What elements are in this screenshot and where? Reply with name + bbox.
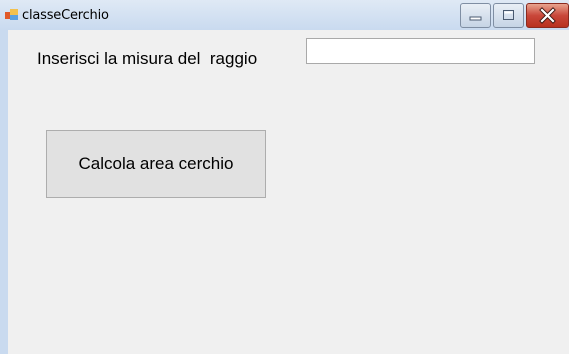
title-bar[interactable]: classeCerchio <box>0 0 569 30</box>
minimize-icon <box>469 16 482 21</box>
close-icon <box>539 7 556 24</box>
radius-input[interactable] <box>306 38 535 64</box>
maximize-icon <box>503 10 514 20</box>
close-button[interactable] <box>526 3 569 28</box>
calculate-area-button[interactable]: Calcola area cerchio <box>46 130 266 198</box>
app-icon <box>5 8 19 20</box>
app-window: classeCerchio Inserisci la misura del ra… <box>0 0 569 354</box>
maximize-button[interactable] <box>493 3 524 28</box>
window-frame-left <box>0 30 8 354</box>
radius-label: Inserisci la misura del raggio <box>37 49 258 68</box>
minimize-button[interactable] <box>460 3 491 28</box>
window-title: classeCerchio <box>22 8 109 23</box>
